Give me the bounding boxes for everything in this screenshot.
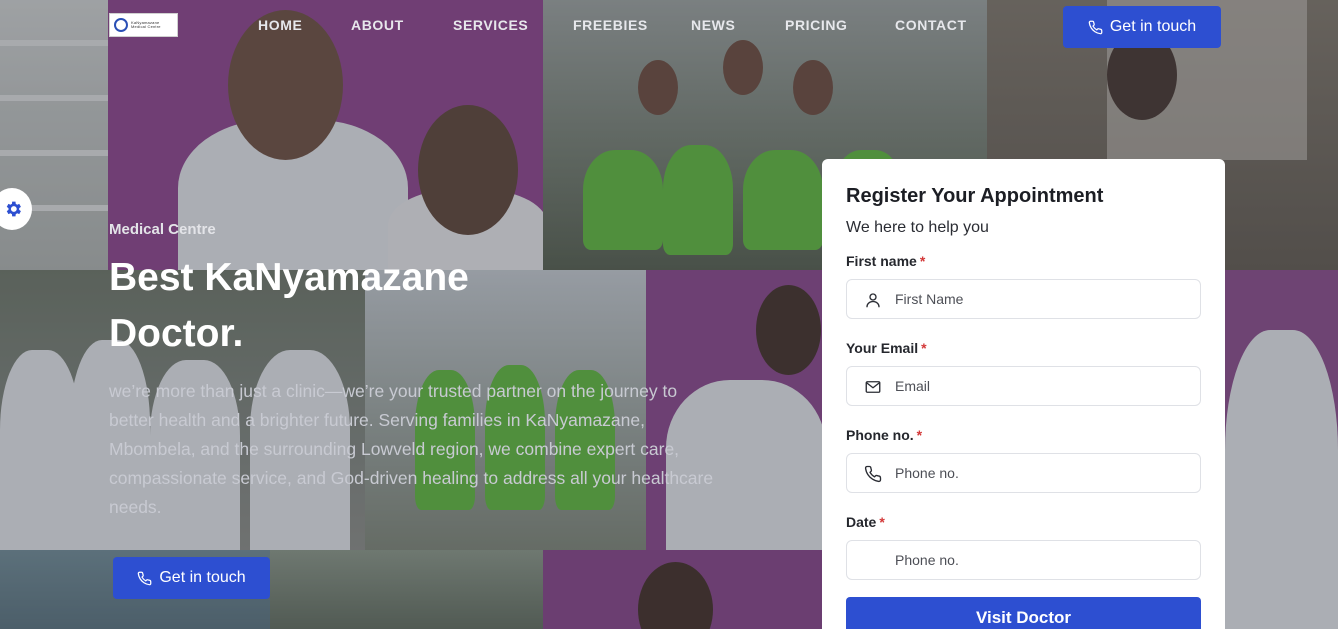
date-field-group: Date * <box>846 514 1201 580</box>
logo-mark-icon <box>114 18 128 32</box>
phone-label: Phone no. * <box>846 427 923 443</box>
first-name-label: First name * <box>846 253 926 269</box>
mail-icon <box>865 381 881 393</box>
date-label: Date * <box>846 514 885 530</box>
hero-eyebrow: Medical Centre <box>109 221 216 238</box>
date-input[interactable] <box>847 541 1200 579</box>
hero-cta-label: Get in touch <box>159 569 246 586</box>
header-get-in-touch-button[interactable]: Get in touch <box>1063 6 1221 48</box>
phone-icon <box>138 571 152 585</box>
phone-field-group: Phone no. * <box>846 427 1201 493</box>
hero-title: Best KaNyamazane Doctor. <box>109 256 469 355</box>
appointment-card: Register Your Appointment We here to hel… <box>822 159 1225 629</box>
nav-pricing[interactable]: PRICING <box>785 17 848 33</box>
email-input[interactable] <box>847 367 1200 405</box>
nav-news[interactable]: NEWS <box>691 17 735 33</box>
nav-about[interactable]: ABOUT <box>351 17 404 33</box>
nav-freebies[interactable]: FREEBIES <box>573 17 648 33</box>
email-field-group: Your Email * <box>846 340 1201 406</box>
first-name-input-wrap <box>846 279 1201 319</box>
first-name-field-group: First name * <box>846 253 1201 319</box>
phone-icon <box>1088 20 1103 34</box>
email-input-wrap <box>846 366 1201 406</box>
site-logo[interactable]: KaNyamazane Medical Centre <box>109 13 178 37</box>
first-name-input[interactable] <box>847 280 1200 318</box>
hero-get-in-touch-button[interactable]: Get in touch <box>113 557 270 599</box>
logo-text: KaNyamazane Medical Centre <box>131 20 161 29</box>
nav-home[interactable]: HOME <box>258 17 302 33</box>
phone-input[interactable] <box>847 454 1200 492</box>
appointment-title: Register Your Appointment <box>846 185 1104 207</box>
gear-icon <box>6 201 21 217</box>
phone-input-wrap <box>846 453 1201 493</box>
email-label: Your Email * <box>846 340 927 356</box>
hero-description: we’re more than just a clinic—we’re your… <box>109 381 714 517</box>
header-cta-label: Get in touch <box>1109 18 1197 35</box>
nav-services[interactable]: SERVICES <box>453 17 528 33</box>
phone-icon <box>864 465 882 483</box>
visit-doctor-button[interactable]: Visit Doctor <box>846 597 1201 629</box>
user-icon <box>866 293 880 308</box>
nav-contact[interactable]: CONTACT <box>895 17 967 33</box>
date-input-wrap <box>846 540 1201 580</box>
appointment-subtitle: We here to help you <box>846 219 989 236</box>
